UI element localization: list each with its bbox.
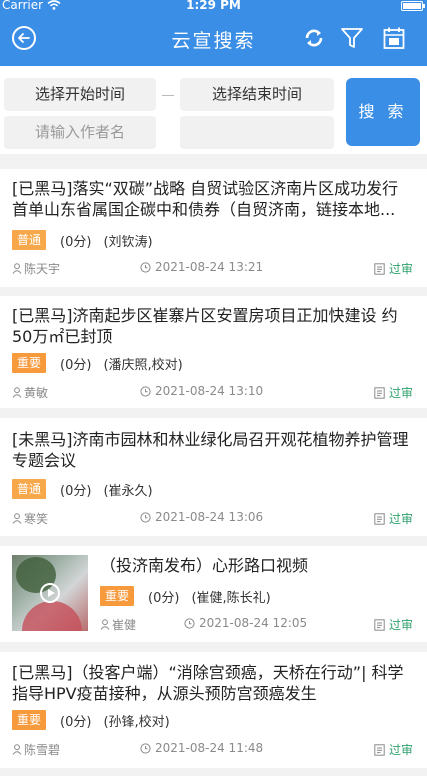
- item-headline: （投济南发布）心形路口视频: [100, 556, 309, 575]
- list-item[interactable]: [已黑马]（投客户端）“消除宫颈癌，天桥在行动”| 科学指导HPV疫苗接种，从源…: [0, 652, 427, 768]
- review-label: 过审: [388, 743, 413, 757]
- item-author: 崔健: [100, 616, 136, 633]
- item-editors: (孙锋,校对): [103, 714, 170, 730]
- clock-icon: [140, 261, 151, 273]
- status-bar: Carrier 1:29 PM: [0, 0, 427, 14]
- calendar-month-icon[interactable]: [382, 26, 406, 50]
- list-item[interactable]: [已黑马]落实“双碳”战略 自贸试验区济南片区成功发行首单山东省属国企碳中和债券…: [0, 169, 427, 287]
- datetime-text: 2021-08-24 13:10: [155, 384, 264, 398]
- item-meta: 普通 (0分) (刘钦涛): [12, 230, 153, 250]
- level-badge: 重要: [12, 353, 47, 373]
- item-datetime: 2021-08-24 13:10: [140, 384, 263, 398]
- item-score: (0分): [60, 357, 92, 373]
- item-datetime: 2021-08-24 13:21: [140, 260, 263, 274]
- datetime-text: 2021-08-24 13:21: [155, 260, 264, 274]
- item-editors: (崔健,陈长礼): [191, 590, 271, 606]
- review-label: 过审: [388, 386, 413, 400]
- review-label: 过审: [388, 618, 413, 632]
- item-datetime: 2021-08-24 13:06: [140, 510, 263, 524]
- review-status[interactable]: 过审: [374, 384, 413, 401]
- author-name: 陈天宇: [24, 262, 61, 276]
- item-headline: [未黑马]济南市园林和林业绿化局召开观花植物养护管理专题会议: [12, 430, 409, 470]
- review-label: 过审: [388, 262, 413, 276]
- item-headline: [已黑马]济南起步区崔寨片区安置房项目正加快建设 约50万㎡已封顶: [12, 306, 398, 346]
- author-name: 寒笑: [24, 512, 49, 526]
- author-name: 黄敏: [24, 386, 49, 400]
- document-icon: [374, 386, 385, 399]
- item-author: 陈天宇: [12, 260, 60, 277]
- person-icon: [12, 387, 22, 398]
- level-badge: 重要: [100, 586, 135, 606]
- start-time-picker[interactable]: 选择开始时间: [4, 78, 156, 111]
- review-status[interactable]: 过审: [374, 741, 413, 758]
- play-icon: [40, 583, 60, 603]
- level-badge: 重要: [12, 710, 47, 730]
- item-score: (0分): [60, 234, 92, 250]
- review-label: 过审: [388, 512, 413, 526]
- person-icon: [12, 513, 22, 524]
- datetime-text: 2021-08-24 11:48: [155, 741, 264, 755]
- list-item[interactable]: [未黑马]济南市园林和林业绿化局召开观花植物养护管理专题会议 普通 (0分) (…: [0, 418, 427, 536]
- item-headline: [已黑马]（投客户端）“消除宫颈癌，天桥在行动”| 科学指导HPV疫苗接种，从源…: [12, 663, 404, 703]
- person-icon: [12, 744, 22, 755]
- nav-bar: 云宣搜索: [0, 14, 427, 66]
- review-status[interactable]: 过审: [374, 616, 413, 633]
- item-author: 寒笑: [12, 510, 48, 527]
- document-icon: [374, 743, 385, 756]
- video-thumbnail[interactable]: [12, 555, 88, 631]
- search-panel: 选择开始时间 选择结束时间 请输入作者名 搜 索: [0, 66, 427, 154]
- item-score: (0分): [60, 483, 92, 499]
- level-badge: 普通: [12, 230, 47, 250]
- clock-icon: [184, 617, 195, 629]
- end-time-picker[interactable]: 选择结束时间: [180, 78, 334, 111]
- search-button[interactable]: 搜 索: [346, 78, 420, 146]
- document-icon: [374, 262, 385, 275]
- item-datetime: 2021-08-24 12:05: [184, 616, 307, 630]
- review-status[interactable]: 过审: [374, 260, 413, 277]
- datetime-text: 2021-08-24 12:05: [199, 616, 308, 630]
- clock-icon: [140, 385, 151, 397]
- filter-icon[interactable]: [340, 26, 364, 50]
- item-meta: 重要 (0分) (崔健,陈长礼): [100, 586, 271, 606]
- item-author: 陈雪碧: [12, 741, 60, 758]
- item-editors: (潘庆照,校对): [103, 357, 183, 373]
- secondary-input[interactable]: [180, 116, 334, 149]
- datetime-text: 2021-08-24 13:06: [155, 510, 264, 524]
- item-author: 黄敏: [12, 384, 48, 401]
- person-icon: [12, 263, 22, 274]
- item-meta: 重要 (0分) (潘庆照,校对): [12, 353, 183, 373]
- range-separator: [162, 95, 174, 96]
- item-score: (0分): [148, 590, 180, 606]
- person-icon: [100, 619, 110, 630]
- author-input[interactable]: 请输入作者名: [4, 116, 156, 149]
- item-meta: 重要 (0分) (孙锋,校对): [12, 710, 170, 730]
- level-badge: 普通: [12, 479, 47, 499]
- item-footer: 黄敏 2021-08-24 13:10 过审: [12, 384, 413, 400]
- author-name: 崔健: [112, 618, 137, 632]
- item-footer: 陈天宇 2021-08-24 13:21 过审: [12, 260, 413, 276]
- item-meta: 普通 (0分) (崔永久): [12, 479, 153, 499]
- item-datetime: 2021-08-24 11:48: [140, 741, 263, 755]
- refresh-icon[interactable]: [302, 26, 326, 50]
- clock-icon: [140, 742, 151, 754]
- document-icon: [374, 618, 385, 631]
- list-item[interactable]: （投济南发布）心形路口视频 重要 (0分) (崔健,陈长礼) 崔健 2021-0…: [0, 546, 427, 642]
- author-name: 陈雪碧: [24, 743, 61, 757]
- status-time: 1:29 PM: [186, 0, 241, 12]
- document-icon: [374, 512, 385, 525]
- battery-icon: [401, 1, 425, 11]
- item-footer: 崔健 2021-08-24 12:05 过审: [100, 616, 413, 632]
- item-score: (0分): [60, 714, 92, 730]
- list-item[interactable]: [已黑马]济南起步区崔寨片区安置房项目正加快建设 约50万㎡已封顶 重要 (0分…: [0, 296, 427, 408]
- item-editors: (刘钦涛): [103, 234, 153, 250]
- item-footer: 陈雪碧 2021-08-24 11:48 过审: [12, 741, 413, 757]
- item-editors: (崔永久): [103, 483, 153, 499]
- item-footer: 寒笑 2021-08-24 13:06 过审: [12, 510, 413, 526]
- clock-icon: [140, 511, 151, 523]
- item-headline: [已黑马]落实“双碳”战略 自贸试验区济南片区成功发行首单山东省属国企碳中和债券…: [12, 179, 399, 219]
- review-status[interactable]: 过审: [374, 510, 413, 527]
